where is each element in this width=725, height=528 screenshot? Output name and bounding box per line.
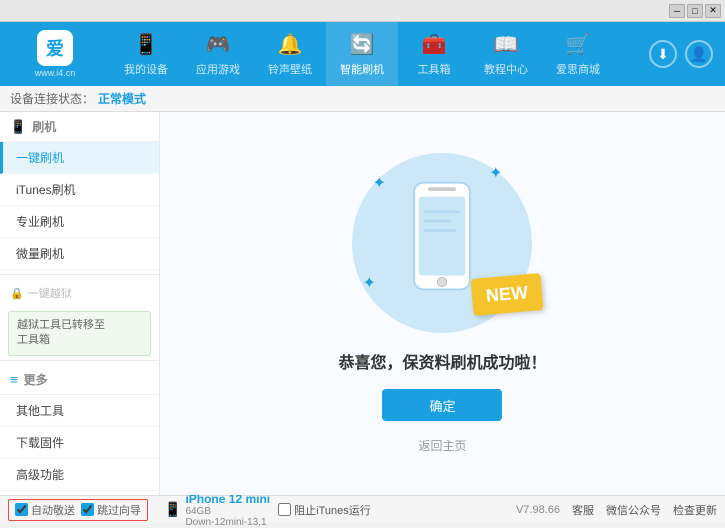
nav-store[interactable]: 🛒 爱思商城: [542, 22, 614, 86]
minimize-button[interactable]: ─: [669, 4, 685, 18]
device-info-area: 📱 iPhone 12 mini 64GB Down-12mini-13,1: [164, 492, 270, 528]
device-firmware: Down-12mini-13,1: [185, 517, 270, 528]
download-button[interactable]: ⬇: [649, 40, 677, 68]
stop-itunes-checkbox[interactable]: [278, 503, 291, 516]
jailbreak-note-text: 越狱工具已转移至工具箱: [17, 319, 105, 346]
title-bar: ─ □ ✕: [0, 0, 725, 22]
bottom-right: V7.98.66 客服 微信公众号 检查更新: [516, 502, 717, 518]
divider-1: [0, 274, 159, 275]
flash-section-title: 刷机: [32, 118, 56, 135]
auto-follow-checkbox[interactable]: 自动敬送: [15, 502, 75, 518]
sidebar-item-micro-flash[interactable]: 微量刷机: [0, 238, 159, 270]
auto-follow-label: 自动敬送: [31, 502, 75, 518]
logo-site-name: www.i4.cn: [35, 68, 76, 78]
lock-icon: 🔒: [10, 287, 24, 300]
flash-section-icon: 📱: [10, 119, 26, 135]
apps-icon: 🎮: [206, 32, 231, 57]
bottom-bar: 自动敬送 跳过向导 📱 iPhone 12 mini 64GB Down-12m…: [0, 495, 725, 523]
logo-area: 爱 www.i4.cn: [0, 22, 110, 86]
nav-ringtone-label: 铃声壁纸: [268, 61, 312, 77]
nav-toolbox-label: 工具箱: [418, 61, 451, 77]
nav-smart-flash[interactable]: 🔄 智能刷机: [326, 22, 398, 86]
sidebar-section-more: ≡ 更多: [0, 365, 159, 395]
back-link[interactable]: 返回主页: [418, 437, 466, 454]
close-button[interactable]: ✕: [705, 4, 721, 18]
nav-store-label: 爱思商城: [556, 61, 600, 77]
nav-toolbox[interactable]: 🧰 工具箱: [398, 22, 470, 86]
sidebar-item-pro-flash[interactable]: 专业刷机: [0, 206, 159, 238]
my-device-icon: 📱: [134, 32, 159, 57]
nav-ringtone[interactable]: 🔔 铃声壁纸: [254, 22, 326, 86]
device-storage: 64GB: [185, 506, 270, 517]
more-section-icon: ≡: [10, 372, 18, 387]
more-section-title: 更多: [24, 371, 48, 388]
device-info: iPhone 12 mini 64GB Down-12mini-13,1: [185, 492, 270, 528]
main-layout: 📱 刷机 一键刷机 iTunes刷机 专业刷机 微量刷机 🔒 一键越狱 越狱工具…: [0, 112, 725, 495]
nav-my-device[interactable]: 📱 我的设备: [110, 22, 182, 86]
sidebar-item-download-firmware[interactable]: 下载固件: [0, 427, 159, 459]
store-icon: 🛒: [566, 32, 591, 57]
checkbox-group: 自动敬送 跳过向导: [8, 499, 148, 521]
stop-itunes-area[interactable]: 阻止iTunes运行: [278, 502, 371, 518]
app-logo: 爱: [37, 30, 73, 66]
phone-illustration: NEW ✦ ✦ ✦: [352, 153, 532, 333]
stop-itunes-label: 阻止iTunes运行: [294, 502, 371, 518]
divider-2: [0, 360, 159, 361]
skip-wizard-label: 跳过向导: [97, 502, 141, 518]
status-label: 设备连接状态：: [10, 90, 94, 107]
confirm-button[interactable]: 确定: [382, 389, 502, 421]
support-link[interactable]: 客服: [572, 502, 594, 518]
advanced-label: 高级功能: [16, 468, 64, 482]
new-badge: NEW: [471, 273, 544, 316]
itunes-flash-label: iTunes刷机: [16, 183, 76, 197]
jailbreak-note: 越狱工具已转移至工具箱: [8, 311, 151, 356]
sidebar-item-one-click-flash[interactable]: 一键刷机: [0, 142, 159, 174]
maximize-button[interactable]: □: [687, 4, 703, 18]
nav-right-buttons: ⬇ 👤: [649, 40, 725, 68]
sparkle-2: ✦: [489, 163, 502, 183]
bottom-left: 自动敬送 跳过向导 📱 iPhone 12 mini 64GB Down-12m…: [8, 492, 371, 528]
auto-follow-input[interactable]: [15, 503, 28, 516]
skip-wizard-input[interactable]: [81, 503, 94, 516]
version-text: V7.98.66: [516, 504, 560, 516]
nav-tutorial[interactable]: 📖 教程中心: [470, 22, 542, 86]
status-bar: 设备连接状态： 正常模式: [0, 86, 725, 112]
content-area: NEW ✦ ✦ ✦ 恭喜您，保资料刷机成功啦！ 确定 返回主页: [160, 112, 725, 495]
status-value: 正常模式: [98, 90, 146, 107]
nav-bar: 📱 我的设备 🎮 应用游戏 🔔 铃声壁纸 🔄 智能刷机 🧰 工具箱 📖 教程中心…: [110, 22, 649, 86]
one-click-flash-label: 一键刷机: [16, 151, 64, 165]
sidebar-item-itunes-flash[interactable]: iTunes刷机: [0, 174, 159, 206]
smart-flash-icon: 🔄: [350, 32, 375, 57]
jailbreak-title: 一键越狱: [28, 285, 72, 301]
download-firmware-label: 下载固件: [16, 436, 64, 450]
sidebar: 📱 刷机 一键刷机 iTunes刷机 专业刷机 微量刷机 🔒 一键越狱 越狱工具…: [0, 112, 160, 495]
nav-apps-label: 应用游戏: [196, 61, 240, 77]
nav-apps-games[interactable]: 🎮 应用游戏: [182, 22, 254, 86]
user-button[interactable]: 👤: [685, 40, 713, 68]
sparkle-3: ✦: [362, 273, 375, 293]
sidebar-jailbreak-greyed: 🔒 一键越狱: [0, 279, 159, 307]
pro-flash-label: 专业刷机: [16, 215, 64, 229]
sidebar-item-advanced[interactable]: 高级功能: [0, 459, 159, 491]
sidebar-item-other-tools[interactable]: 其他工具: [0, 395, 159, 427]
toolbox-icon: 🧰: [422, 32, 447, 57]
device-icon: 📱: [164, 501, 181, 518]
sparkle-1: ✦: [372, 173, 385, 193]
wechat-link[interactable]: 微信公众号: [606, 502, 661, 518]
ringtone-icon: 🔔: [278, 32, 303, 57]
nav-smart-flash-label: 智能刷机: [340, 61, 384, 77]
nav-tutorial-label: 教程中心: [484, 61, 528, 77]
sidebar-section-flash: 📱 刷机: [0, 112, 159, 142]
micro-flash-label: 微量刷机: [16, 247, 64, 261]
header: 爱 www.i4.cn 📱 我的设备 🎮 应用游戏 🔔 铃声壁纸 🔄 智能刷机 …: [0, 22, 725, 86]
tutorial-icon: 📖: [494, 32, 519, 57]
nav-my-device-label: 我的设备: [124, 61, 168, 77]
skip-wizard-checkbox[interactable]: 跳过向导: [81, 502, 141, 518]
success-panel: NEW ✦ ✦ ✦ 恭喜您，保资料刷机成功啦！ 确定 返回主页: [338, 153, 546, 454]
success-text: 恭喜您，保资料刷机成功啦！: [338, 349, 546, 373]
check-update-link[interactable]: 检查更新: [673, 502, 717, 518]
other-tools-label: 其他工具: [16, 404, 64, 418]
